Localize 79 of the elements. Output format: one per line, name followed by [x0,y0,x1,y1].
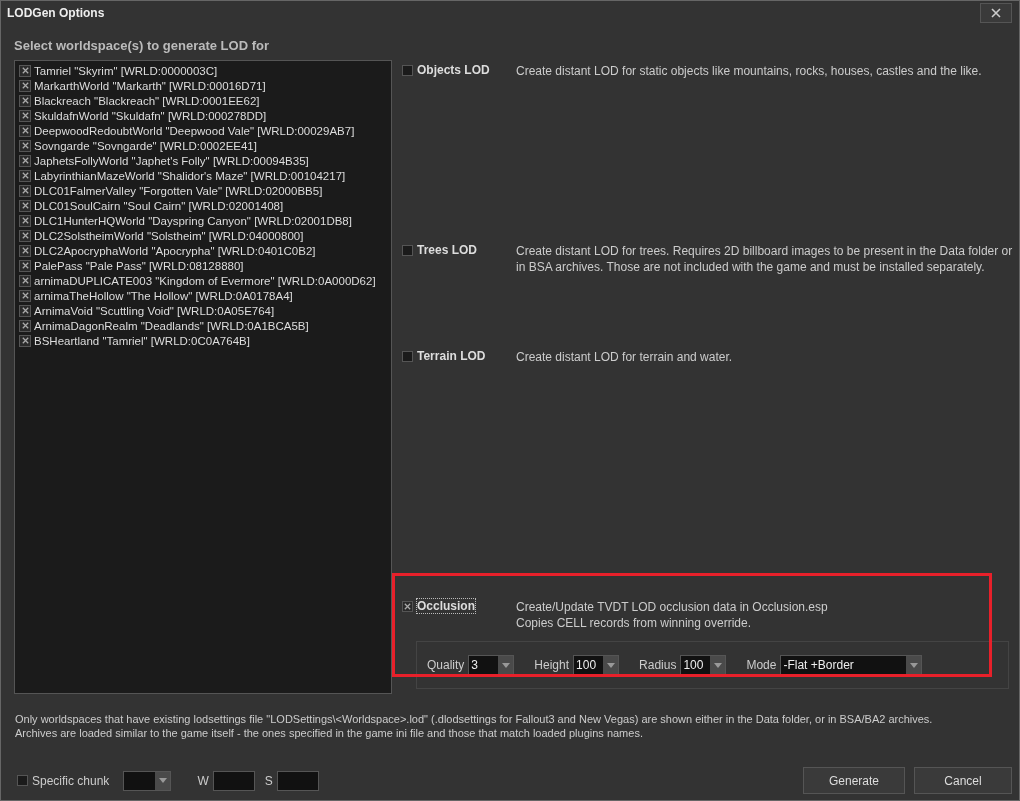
list-item-label[interactable]: arnimaDUPLICATE003 "Kingdom of Evermore" [WRLD:0A000D62] [34,274,376,287]
checkbox[interactable] [19,214,31,227]
list-item-label[interactable]: MarkarthWorld "Markarth" [WRLD:00016D71] [34,79,266,92]
close-button[interactable] [980,3,1012,23]
dropdown[interactable]: 3 [468,655,515,675]
list-item-label[interactable]: BSHeartland "Tamriel" [WRLD:0C0A764B] [34,334,250,347]
list-item-label[interactable]: Sovngarde "Sovngarde" [WRLD:0002EE41] [34,139,257,152]
list-item-label[interactable]: LabyrinthianMazeWorld "Shalidor's Maze" [WRLD:00104217] [34,169,346,182]
list-item-label[interactable]: DLC1HunterHQWorld "Dayspring Canyon" [WRLD:02001DB8] [34,214,352,227]
list-item-label[interactable]: Blackreach "Blackreach" [WRLD:0001EE62] [34,94,260,107]
checkbox[interactable] [19,319,31,332]
checkbox[interactable] [19,334,31,347]
description-text: Create distant LOD for static objects like mountains, rocks, houses, castles and the like. [516,63,983,79]
checkbox[interactable] [19,169,31,182]
list-item-label[interactable]: DLC2SolstheimWorld "Solstheim" [WRLD:04000800] [34,229,304,242]
caret-icon [158,778,167,783]
setting-label: Height [534,658,570,672]
caret-icon [606,662,615,668]
window-title: LODGen Options [7,6,105,20]
checkbox[interactable] [19,124,31,137]
list-item-label[interactable]: PalePass "Pale Pass" [WRLD:08128880] [34,259,244,272]
setting-label: Mode [746,658,777,672]
list-item-label[interactable]: DLC2ApocryphaWorld "Apocrypha" [WRLD:0401C0B2] [34,244,316,257]
close-icon [991,8,1001,18]
checkbox[interactable] [19,139,31,152]
dropdown[interactable]: 100 [680,655,727,675]
info-text: Archives are loaded similar to the game itself - the ones specified in the game ini file and those that match loaded plugins names. [15,726,644,740]
checkbox[interactable] [19,64,31,77]
list-item-label[interactable]: ArnimaDagonRealm "Deadlands" [WRLD:0A1BCA5B] [34,319,309,332]
list-item-label[interactable]: SkuldafnWorld "Skuldafn" [WRLD:000278DD] [34,109,267,122]
list-item-label[interactable]: DLC01SoulCairn "Soul Cairn" [WRLD:02001408] [34,199,284,212]
cancel-button[interactable]: Cancel [914,767,1012,794]
checkbox[interactable] [19,244,31,257]
list-item-label[interactable]: Tamriel "Skyrim" [WRLD:0000003C] [34,64,218,77]
checkbox[interactable] [19,94,31,107]
list-item-label[interactable]: arnimaTheHollow "The Hollow" [WRLD:0A0178A4] [34,289,293,302]
setting-label: Radius [639,658,677,672]
dropdown[interactable] [123,770,172,791]
checkbox[interactable] [402,601,413,612]
info-text: Only worldspaces that have existing lodsettings file "LODSettings\<Worldspace>.lod" (.dlodsettings for Fallout3 and New Vegas) are shown either in the Data folder, or in BSA/BA2 archives. [15,712,934,726]
option-label[interactable]: Objects LOD [417,63,490,77]
checkbox[interactable] [19,229,31,242]
list-item-label[interactable]: JaphetsFollyWorld "Japhet's Folly" [WRLD:00094B35] [34,154,309,167]
description-text: Copies CELL records from winning override. [516,615,752,631]
checkbox[interactable] [19,289,31,302]
dropdown[interactable]: -Flat +Border [780,655,923,675]
checkbox[interactable] [17,775,28,786]
list-item-label[interactable]: DLC01FalmerValley "Forgotten Vale" [WRLD:02000BB5] [34,184,323,197]
checkbox[interactable] [19,304,31,317]
field-label: W [197,773,209,788]
description-text: Create distant LOD for terrain and water. [516,349,734,365]
checkbox[interactable] [19,184,31,197]
list-item-label[interactable]: ArnimaVoid "Scuttling Void" [WRLD:0A05E764] [34,304,275,317]
caret-icon [713,662,722,668]
checkbox[interactable] [19,274,31,287]
generate-button[interactable]: Generate [803,767,905,794]
checkbox[interactable] [19,259,31,272]
option-label[interactable]: Terrain LOD [417,349,486,363]
setting-label: Quality [427,658,465,672]
description-text: Create distant LOD for trees. Requires 2D billboard images to be present in the Data folder or in BSA archives. Those are not included with the game and must be installed separately. [516,243,1014,275]
caret-icon [501,662,510,668]
input-field[interactable] [212,770,255,791]
section-heading: Select worldspace(s) to generate LOD for [14,38,270,55]
input-field[interactable] [276,770,319,791]
caret-icon [909,662,918,668]
list-item-label[interactable]: DeepwoodRedoubtWorld "Deepwood Vale" [WRLD:00029AB7] [34,124,355,137]
description-text: Create/Update TVDT LOD occlusion data in Occlusion.esp [516,599,829,615]
checkbox[interactable] [402,65,413,76]
checkbox[interactable] [19,154,31,167]
option-label[interactable]: Trees LOD [417,243,478,257]
option-label[interactable]: Occlusion [417,599,475,613]
checkbox[interactable] [402,351,413,362]
dropdown[interactable]: 100 [573,655,620,675]
checkbox[interactable] [402,245,413,256]
field-label: S [264,773,273,788]
checkbox[interactable] [19,79,31,92]
checkbox[interactable] [19,199,31,212]
checkbox-label[interactable]: Specific chunk [32,773,110,788]
checkbox[interactable] [19,109,31,122]
